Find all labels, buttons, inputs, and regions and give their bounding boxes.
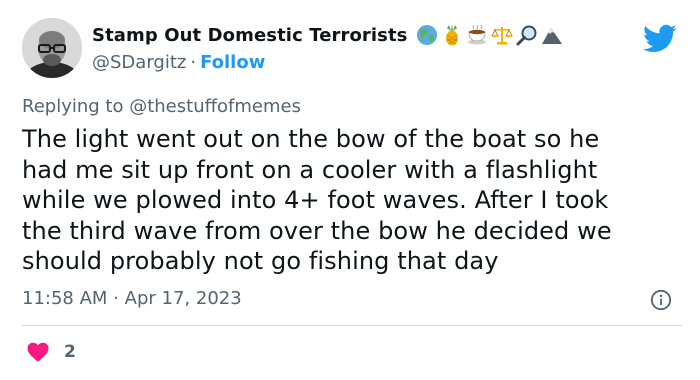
info-icon[interactable] xyxy=(650,289,672,311)
scales-emoji-icon xyxy=(490,27,513,45)
magnifier-emoji-icon xyxy=(516,25,537,46)
divider xyxy=(22,325,682,326)
name-row: Stamp Out Domestic Terrorists xyxy=(92,24,563,46)
globe-emoji-icon xyxy=(416,25,437,45)
tweet-text-line: the third wave from over the bow he deci… xyxy=(22,216,612,245)
timestamp-link[interactable]: 11:58 AM · Apr 17, 2023 xyxy=(22,288,242,309)
like-button[interactable]: 2 xyxy=(26,340,76,364)
tweet-header: Stamp Out Domestic Terrorists @SDargitz … xyxy=(22,16,682,82)
display-name[interactable]: Stamp Out Domestic Terrorists xyxy=(92,25,408,46)
user-handle[interactable]: @SDargitz xyxy=(92,52,186,73)
mountain-emoji-icon xyxy=(541,28,562,44)
teacup-emoji-icon xyxy=(467,24,486,45)
avatar[interactable] xyxy=(22,18,82,78)
handle-row: @SDargitz · Follow xyxy=(92,52,265,73)
tweet-date: Apr 17, 2023 xyxy=(124,288,242,309)
tweet-card: Stamp Out Domestic Terrorists @SDargitz … xyxy=(0,0,700,380)
avatar-photo xyxy=(22,18,82,78)
tweet-text-line: should probably not go fishing that day xyxy=(22,247,499,275)
reply-context: Replying to @thestuffofmemes xyxy=(22,96,301,117)
pineapple-emoji-icon xyxy=(445,24,458,46)
tweet-text: The light went out on the bow of the boa… xyxy=(22,124,682,277)
separator-dot: · xyxy=(190,52,197,73)
separator-dot: · xyxy=(113,288,119,309)
follow-button[interactable]: Follow xyxy=(200,52,265,73)
reply-prefix: Replying to xyxy=(22,96,124,117)
twitter-bird-icon[interactable] xyxy=(640,21,680,55)
tweet-time: 11:58 AM xyxy=(22,288,108,309)
tweet-text-line: The light went out on the bow of the boa… xyxy=(22,125,600,153)
name-emojis xyxy=(416,24,563,46)
reply-handle-link[interactable]: @thestuffofmemes xyxy=(129,96,301,117)
heart-icon xyxy=(27,342,49,362)
like-count: 2 xyxy=(64,342,76,362)
tweet-text-line: while we plowed into 4+ foot waves. Afte… xyxy=(22,186,609,214)
tweet-text-line: had me sit up front on a cooler with a f… xyxy=(22,155,598,184)
